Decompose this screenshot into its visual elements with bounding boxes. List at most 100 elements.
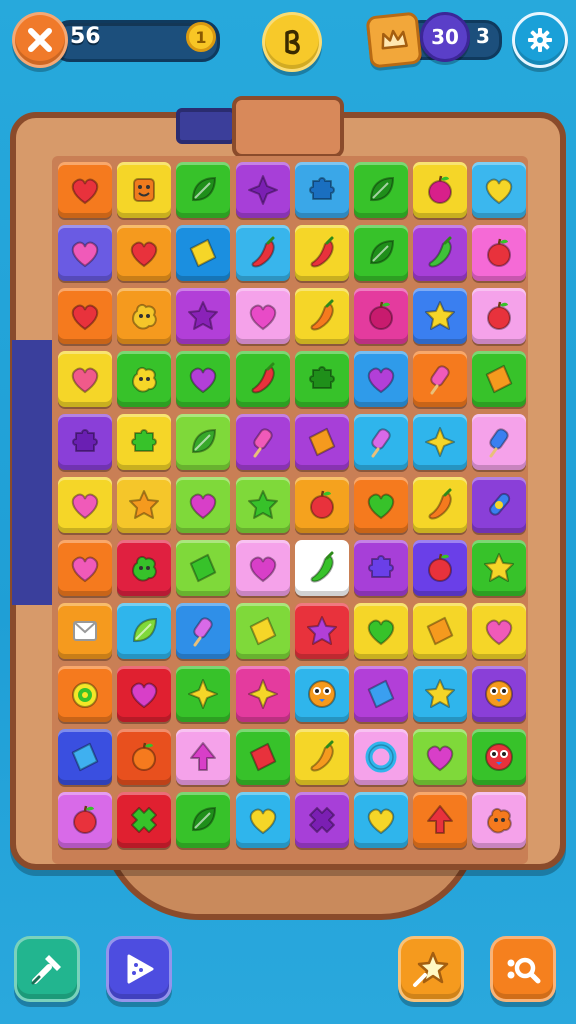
tile-owl[interactable] xyxy=(294,666,349,722)
tile-heart[interactable] xyxy=(472,162,527,218)
tile-diamond[interactable] xyxy=(176,225,231,281)
tile-chili[interactable] xyxy=(235,351,290,407)
tile-pop[interactable] xyxy=(176,603,231,659)
tile-pop[interactable] xyxy=(413,351,468,407)
close-button[interactable] xyxy=(12,12,68,68)
tile-star5[interactable] xyxy=(294,603,349,659)
tile-card[interactable] xyxy=(58,603,112,659)
tile-owl[interactable] xyxy=(472,666,527,722)
hammer-boost-button[interactable] xyxy=(14,936,80,1002)
tile-blob[interactable] xyxy=(117,288,172,344)
tile-star4[interactable] xyxy=(176,666,231,722)
tile-pop[interactable] xyxy=(354,414,408,470)
tile-heart[interactable] xyxy=(58,288,112,344)
tile-heart[interactable] xyxy=(472,603,527,659)
tile-heart[interactable] xyxy=(235,792,290,848)
tile-puzzle[interactable] xyxy=(294,162,349,218)
tile-blob[interactable] xyxy=(117,540,172,596)
tile-heart[interactable] xyxy=(176,351,231,407)
tile-puzzle[interactable] xyxy=(58,414,112,470)
tile-chili[interactable] xyxy=(294,225,349,281)
tile-star4[interactable] xyxy=(235,162,290,218)
boost-button[interactable] xyxy=(262,12,322,72)
tile-apple[interactable] xyxy=(294,477,349,533)
tile-diamond[interactable] xyxy=(354,666,408,722)
tile-blob[interactable] xyxy=(117,351,172,407)
tile-star5[interactable] xyxy=(176,288,231,344)
tile-heart[interactable] xyxy=(354,603,408,659)
tile-diamond[interactable] xyxy=(235,729,290,785)
tile-leaf[interactable] xyxy=(176,792,231,848)
tile-leaf[interactable] xyxy=(117,603,172,659)
tile-diamond[interactable] xyxy=(58,729,112,785)
tile-pin[interactable] xyxy=(472,477,527,533)
shuffle-boost-button[interactable] xyxy=(106,936,172,1002)
tile-star5[interactable] xyxy=(413,288,468,344)
tile-chili[interactable] xyxy=(294,540,349,596)
tile-chili[interactable] xyxy=(294,729,349,785)
heart-icon xyxy=(71,556,99,583)
tile-cross[interactable] xyxy=(294,792,349,848)
tile-heart[interactable] xyxy=(354,477,408,533)
heart-icon xyxy=(130,682,158,709)
tile-blob[interactable] xyxy=(472,792,527,848)
tile-pop[interactable] xyxy=(472,414,527,470)
tile-star5[interactable] xyxy=(413,666,468,722)
tile-lime[interactable] xyxy=(58,666,112,722)
tile-heart[interactable] xyxy=(58,162,112,218)
tile-tree[interactable] xyxy=(413,792,468,848)
tile-heart[interactable] xyxy=(117,666,172,722)
tile-chili[interactable] xyxy=(235,225,290,281)
tile-leaf[interactable] xyxy=(176,414,231,470)
tile-cross[interactable] xyxy=(117,792,172,848)
star-boost-button[interactable] xyxy=(398,936,464,1002)
tile-diamond[interactable] xyxy=(413,603,468,659)
tile-heart[interactable] xyxy=(58,540,112,596)
tile-heart[interactable] xyxy=(354,351,408,407)
tile-face[interactable] xyxy=(117,162,172,218)
search-boost-button[interactable] xyxy=(490,936,556,1002)
tile-heart[interactable] xyxy=(176,477,231,533)
tile-diamond[interactable] xyxy=(235,603,290,659)
tile-leaf[interactable] xyxy=(354,162,408,218)
tile-heart[interactable] xyxy=(58,351,112,407)
tile-apple[interactable] xyxy=(413,162,468,218)
tile-apple[interactable] xyxy=(354,288,408,344)
tile-heart[interactable] xyxy=(235,288,290,344)
tile-apple[interactable] xyxy=(472,288,527,344)
tile-star5[interactable] xyxy=(472,540,527,596)
tile-puzzle[interactable] xyxy=(294,351,349,407)
tile-diamond[interactable] xyxy=(472,351,527,407)
tile-ring[interactable] xyxy=(354,729,408,785)
tile-heart[interactable] xyxy=(58,477,112,533)
tile-apple[interactable] xyxy=(117,729,172,785)
tile-leaf[interactable] xyxy=(176,162,231,218)
tile-heart[interactable] xyxy=(58,225,112,281)
settings-button[interactable] xyxy=(512,12,568,68)
tile-diamond[interactable] xyxy=(294,414,349,470)
tile-heart[interactable] xyxy=(413,729,468,785)
puzzle-icon xyxy=(368,555,394,578)
tile-chili[interactable] xyxy=(294,288,349,344)
tile-heart[interactable] xyxy=(354,792,408,848)
tile-star4[interactable] xyxy=(235,666,290,722)
tile-puzzle[interactable] xyxy=(354,540,408,596)
tile-leaf[interactable] xyxy=(354,225,408,281)
tile-star4[interactable] xyxy=(413,414,468,470)
tile-star5[interactable] xyxy=(235,477,290,533)
tile-heart[interactable] xyxy=(235,540,290,596)
tile-apple[interactable] xyxy=(58,792,112,848)
tile-apple[interactable] xyxy=(472,225,527,281)
tile-diamond[interactable] xyxy=(176,540,231,596)
tile-pop[interactable] xyxy=(235,414,290,470)
tile-puzzle[interactable] xyxy=(117,414,172,470)
tile-chili[interactable] xyxy=(413,477,468,533)
tile-heart[interactable] xyxy=(117,225,172,281)
tile-chili[interactable] xyxy=(413,225,468,281)
tile-owl[interactable] xyxy=(472,729,527,785)
tile-star5[interactable] xyxy=(117,477,172,533)
tile-tree[interactable] xyxy=(176,729,231,785)
tile-apple[interactable] xyxy=(413,540,468,596)
chili-icon xyxy=(310,299,334,331)
heart-icon xyxy=(249,556,276,583)
